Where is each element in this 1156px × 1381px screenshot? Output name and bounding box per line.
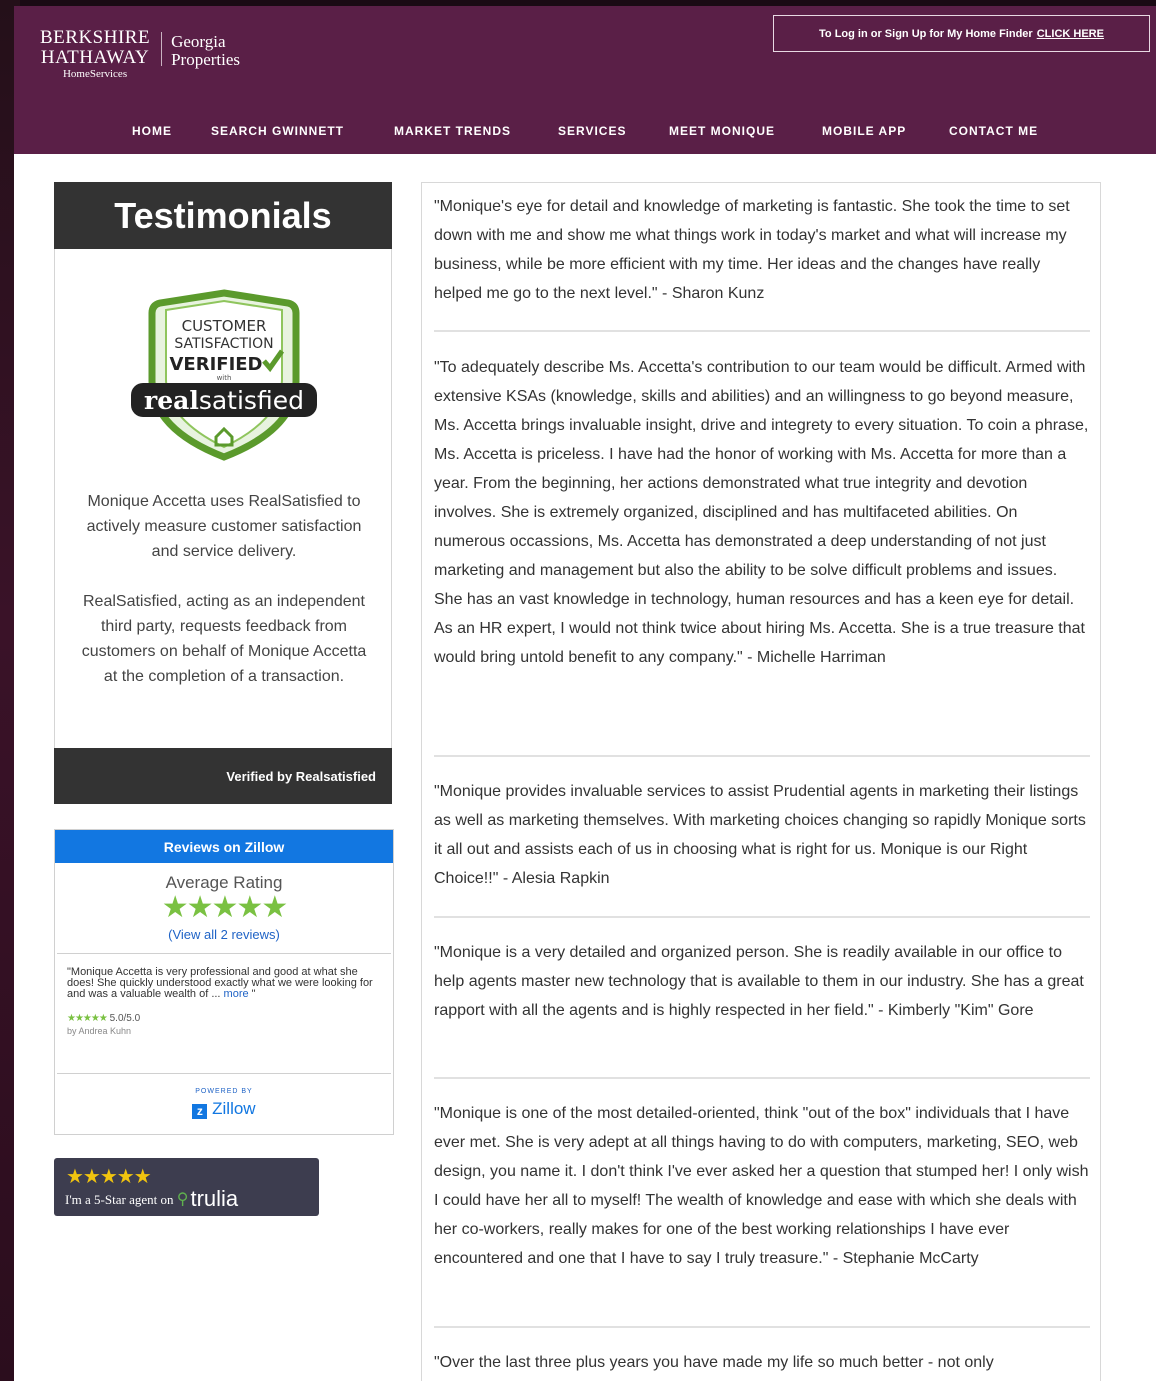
- verified-by-label[interactable]: Verified by Realsatisfied: [226, 769, 376, 784]
- zillow-review-rating: ★★★★★ 5.0/5.0: [67, 1013, 140, 1024]
- realsatisfied-disclaimer: RealSatisfied, acting as an independent …: [81, 593, 367, 685]
- site-header: BERKSHIRE HATHAWAY HomeServices Georgia …: [14, 6, 1156, 154]
- testimonial-item: "Monique is a very detailed and organize…: [434, 944, 1084, 1019]
- realsatisfied-description: Monique Accetta uses RealSatisfied to ac…: [86, 493, 362, 560]
- login-signup-box: To Log in or Sign Up for My Home Finder …: [773, 15, 1150, 52]
- zillow-logo[interactable]: z Zillow: [55, 1099, 393, 1119]
- zillow-widget-header: Reviews on Zillow: [55, 830, 393, 863]
- logo-line-1: BERKSHIRE: [40, 27, 151, 48]
- nav-meet-monique[interactable]: MEET MONIQUE: [669, 124, 775, 138]
- main-nav: HOME SEARCH GWINNETT MARKET TRENDS SERVI…: [14, 124, 1156, 144]
- nav-contact-me[interactable]: CONTACT ME: [949, 124, 1038, 138]
- customer-satisfaction-verified-badge[interactable]: CUSTOMER SATISFACTION VERIFIED with real…: [128, 289, 320, 461]
- zillow-divider: [57, 1073, 391, 1074]
- badge-brand-bold: real: [144, 386, 199, 415]
- logo-line-3: HomeServices: [62, 68, 128, 80]
- zillow-logo-text: Zillow: [212, 1099, 256, 1118]
- trulia-five-star-badge[interactable]: ★★★★★ I'm a 5-Star agent on ⚲trulia: [54, 1158, 319, 1216]
- average-rating-label: Average Rating: [165, 873, 283, 892]
- zillow-review-more-link[interactable]: more: [224, 988, 249, 1000]
- badge-line-4: with: [217, 374, 232, 382]
- map-pin-icon: ⚲: [176, 1191, 189, 1208]
- svg-text:realsatisfied: realsatisfied: [144, 386, 304, 415]
- zillow-z-icon: z: [192, 1104, 208, 1119]
- view-all-reviews-link[interactable]: (View all 2 reviews): [55, 927, 393, 942]
- zillow-review-quote: "Monique Accetta is very professional an…: [67, 967, 383, 1000]
- zillow-divider: [57, 953, 391, 954]
- badge-line-3: VERIFIED: [169, 354, 262, 375]
- zillow-reviews-widget: Reviews on Zillow Average Rating ★★★★★ (…: [54, 829, 394, 1135]
- nav-market-trends[interactable]: MARKET TRENDS: [394, 124, 511, 138]
- testimonial-divider: [434, 916, 1090, 918]
- testimonials-heading: Testimonials: [54, 182, 392, 249]
- realsatisfied-panel: CUSTOMER SATISFACTION VERIFIED with real…: [54, 249, 392, 804]
- login-prompt: To Log in or Sign Up for My Home Finder: [819, 27, 1033, 40]
- zillow-review-text: "Monique Accetta is very professional an…: [67, 966, 373, 1000]
- verified-by-bar: Verified by Realsatisfied: [54, 748, 392, 804]
- testimonial-divider: [434, 330, 1090, 332]
- logo-region-2: Properties: [171, 50, 241, 69]
- testimonial-item: "Over the last three plus years you have…: [434, 1354, 994, 1371]
- badge-line-2: SATISFACTION: [174, 336, 273, 352]
- average-rating-stars: ★★★★★: [161, 891, 288, 924]
- testimonials-list: "Monique's eye for detail and knowledge …: [421, 182, 1101, 1381]
- logo-line-2: HATHAWAY: [40, 47, 150, 68]
- testimonial-item: "Monique is one of the most detailed-ori…: [434, 1105, 1089, 1267]
- zillow-review-author: by Andrea Kuhn: [67, 1026, 132, 1036]
- page-frame: BERKSHIRE HATHAWAY HomeServices Georgia …: [14, 6, 1156, 1381]
- zillow-review-stars: ★★★★★: [67, 1013, 108, 1024]
- zillow-review-quote-end: ": [251, 988, 256, 1000]
- trulia-badge-line: I'm a 5-Star agent on ⚲trulia: [65, 1186, 238, 1212]
- login-click-here-link[interactable]: CLICK HERE: [1037, 28, 1104, 40]
- brokerage-logo[interactable]: BERKSHIRE HATHAWAY HomeServices Georgia …: [40, 28, 240, 80]
- logo-region: Georgia Properties: [171, 28, 240, 69]
- trulia-badge-text: I'm a 5-Star agent on: [65, 1192, 174, 1207]
- testimonial-item: "To adequately describe Ms. Accetta's co…: [434, 359, 1089, 666]
- badge-line-1: CUSTOMER: [182, 317, 267, 335]
- nav-search-gwinnett[interactable]: SEARCH GWINNETT: [211, 124, 344, 138]
- zillow-powered-by: POWERED BY: [195, 1088, 253, 1095]
- testimonial-divider: [434, 1326, 1090, 1328]
- badge-brand-light: satisfied: [199, 386, 304, 415]
- testimonial-item: "Monique's eye for detail and knowledge …: [434, 198, 1070, 302]
- logo-wordmark: BERKSHIRE HATHAWAY HomeServices: [40, 28, 150, 80]
- zillow-review-score: 5.0/5.0: [109, 1013, 141, 1024]
- logo-region-1: Georgia: [171, 32, 226, 51]
- logo-divider: [161, 32, 163, 66]
- nav-home[interactable]: HOME: [132, 124, 172, 138]
- testimonial-divider: [434, 1077, 1090, 1079]
- testimonial-item: "Monique provides invaluable services to…: [434, 783, 1086, 887]
- testimonial-divider: [434, 755, 1090, 757]
- nav-mobile-app[interactable]: MOBILE APP: [822, 124, 906, 138]
- nav-services[interactable]: SERVICES: [558, 124, 626, 138]
- trulia-brand: trulia: [190, 1186, 239, 1211]
